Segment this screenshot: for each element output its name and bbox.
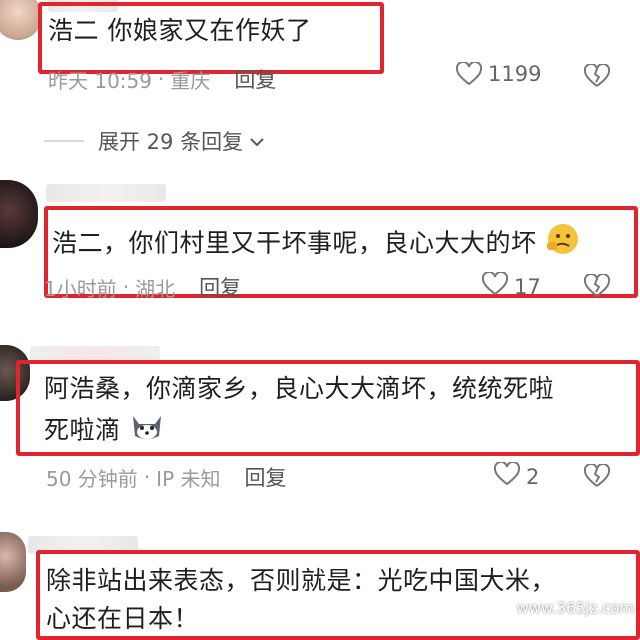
- expand-replies-label: 展开 29 条回复: [98, 130, 244, 154]
- reply-button[interactable]: 回复: [199, 272, 241, 302]
- comment-time: 昨天 10:59: [48, 68, 152, 93]
- comment-time: 50 分钟前: [46, 466, 138, 491]
- like-button[interactable]: 17: [481, 270, 541, 301]
- comment-meta: 1小时前 · 湖北 回复: [44, 272, 241, 302]
- like-button[interactable]: 2: [493, 460, 540, 491]
- comment-text: 浩二 你娘家又在作妖了: [48, 16, 312, 45]
- reply-button[interactable]: 回复: [234, 64, 276, 94]
- heart-icon: [456, 62, 482, 86]
- like-count: 17: [514, 274, 541, 299]
- broken-heart-icon: [584, 64, 610, 88]
- broken-heart-icon: [584, 464, 610, 488]
- heart-icon: [481, 270, 509, 301]
- expand-replies-button[interactable]: 展开 29 条回复: [44, 126, 265, 156]
- username-blurred: [46, 184, 166, 202]
- comment-location: 重庆: [170, 68, 211, 93]
- comment-location: IP 未知: [156, 466, 221, 491]
- like-button[interactable]: 1199: [456, 62, 541, 86]
- comment-location: 湖北: [135, 276, 176, 301]
- comment-text-content: 死啦滴: [44, 415, 121, 445]
- comment-text-line1: 除非站出来表态，否则就是：光吃中国大米，: [46, 566, 557, 595]
- like-count: 2: [526, 464, 540, 489]
- watermark: www.365jz.com: [516, 599, 634, 617]
- comment-text-content: 浩二，你们村里又干坏事呢，良心大大的坏: [52, 228, 537, 258]
- like-count: 1199: [488, 62, 542, 86]
- dislike-button[interactable]: [584, 64, 610, 88]
- thinking-emoji-icon: [545, 222, 581, 267]
- comment-time: 1小时前: [44, 276, 117, 301]
- comment-text: 浩二，你们村里又干坏事呢，良心大大的坏: [52, 222, 581, 267]
- divider: [44, 140, 84, 142]
- husky-emoji-icon: [129, 410, 165, 453]
- comment-text-line2: 死啦滴: [44, 410, 165, 453]
- avatar[interactable]: [0, 0, 42, 40]
- broken-heart-icon: [584, 274, 610, 298]
- reply-button[interactable]: 回复: [245, 462, 287, 492]
- comment-text-line2: 心还在日本！: [46, 604, 200, 633]
- dislike-button[interactable]: [584, 464, 610, 488]
- comment-meta: 昨天 10:59 · 重庆 回复: [48, 64, 276, 94]
- chevron-down-icon: [249, 129, 265, 153]
- dislike-button[interactable]: [584, 274, 610, 298]
- comment-meta: 50 分钟前 · IP 未知 回复: [46, 462, 287, 492]
- heart-icon: [493, 460, 521, 491]
- avatar[interactable]: [0, 180, 38, 248]
- comment-text-line1: 阿浩桑，你滴家乡，良心大大滴坏，统统死啦: [44, 374, 555, 403]
- avatar[interactable]: [0, 532, 26, 592]
